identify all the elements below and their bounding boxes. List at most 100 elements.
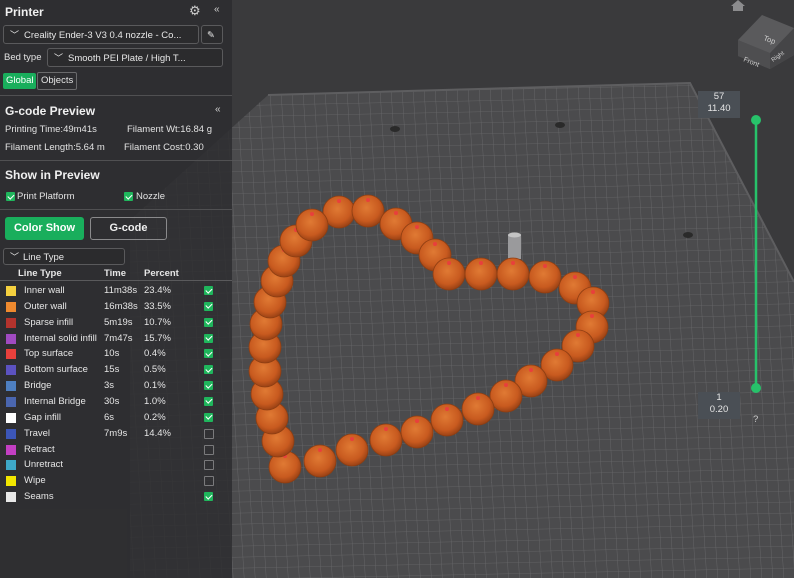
collapse-panel-icon[interactable]: « [214,4,220,15]
bottom-layer-height: 0.20 [709,404,729,415]
left-panel: Printer ⚙ « ﹀ Creality Ender-3 V3 0.4 noz… [0,0,232,578]
bottom-layer-number: 1 [716,392,722,403]
line-type-name: Inner wall [24,285,65,296]
slider-help-icon[interactable]: ? [753,414,758,425]
seam-mark [350,437,354,441]
printer-select-value: Creality Ender-3 V3 0.4 nozzle - Co... [24,30,182,41]
line-type-name: Unretract [24,459,64,471]
chevron-down-icon: ﹀ [54,53,64,63]
line-type-visibility-checkbox[interactable] [204,412,213,422]
tab-global[interactable]: Global [3,73,37,89]
line-type-percent: 0.1% [144,380,166,392]
line-type-visibility-checkbox[interactable] [204,349,213,359]
color-swatch [6,492,16,503]
line-type-name: Wipe [24,475,46,487]
color-swatch [6,286,16,296]
table-row: Bridge 3s 0.1% [0,378,232,393]
color-swatch [6,412,16,423]
line-type-percent: 0.2% [144,411,166,423]
nozzle-label: Nozzle [136,191,166,202]
color-swatch [6,301,16,312]
line-type-select-value: Line Type [23,252,65,263]
top-layer-number: 57 [713,91,725,102]
line-type-percent: 1.0% [144,395,166,407]
table-header-divider [0,280,232,281]
printing-time: Printing Time:49m41s [5,124,97,135]
header-line-type: Line Type [18,268,62,279]
layer-slider-top-handle[interactable] [751,115,761,125]
seam-mark [445,407,449,411]
line-type-name: Internal Bridge [24,395,86,407]
line-type-visibility-checkbox[interactable] [204,381,213,391]
line-type-visibility-checkbox[interactable] [204,460,214,471]
seam-mark [576,333,580,337]
line-type-visibility-checkbox[interactable] [204,428,214,439]
line-type-visibility-checkbox[interactable] [204,396,213,406]
line-type-visibility-checkbox[interactable] [204,333,213,343]
line-type-visibility-checkbox[interactable] [204,476,214,487]
line-type-visibility-checkbox[interactable] [204,492,213,502]
bed-type-label: Bed type [4,52,42,63]
table-row: Unretract [0,457,232,472]
color-swatch [6,317,16,328]
color-swatch [6,365,16,376]
table-row: Seams [0,489,232,504]
seam-mark [384,427,388,431]
line-type-visibility-checkbox[interactable] [204,301,213,311]
printer-section-title: Printer [5,5,44,19]
line-type-name: Internal solid infill [24,332,97,344]
bed-type-select[interactable]: ﹀ Smooth PEI Plate / High T... [47,48,223,67]
line-type-name: Outer wall [24,300,67,312]
top-layer-label: 57 11.40 [698,91,740,118]
printer-select[interactable]: ﹀ Creality Ender-3 V3 0.4 nozzle - Co... [3,25,199,44]
divider [0,160,232,161]
color-show-button[interactable]: Color Show [5,217,84,240]
divider [0,95,232,96]
nozzle-checkbox[interactable] [124,192,133,201]
seam-mark [447,261,451,265]
color-swatch [6,476,16,487]
line-type-time: 11m38s [104,285,138,296]
seam-mark [504,383,508,387]
line-type-visibility-checkbox[interactable] [204,444,214,455]
layer-slider-bottom-handle[interactable] [751,383,761,393]
line-type-name: Gap infill [24,411,61,423]
print-platform-checkbox[interactable] [6,192,15,201]
divider [0,209,232,210]
line-type-select[interactable]: ﹀ Line Type [3,248,125,265]
line-type-visibility-checkbox[interactable] [204,286,213,295]
table-row: Internal solid infill 7m47s 15.7% [0,331,232,346]
line-type-name: Sparse infill [24,316,74,328]
edit-printer-button[interactable]: ✎ [201,25,223,44]
printer-settings-gear-icon[interactable]: ⚙ [189,3,201,19]
table-row: Sparse infill 5m19s 10.7% [0,315,232,330]
table-row: Internal Bridge 30s 1.0% [0,394,232,409]
line-type-time: 10s [104,348,120,360]
bed-type-value: Smooth PEI Plate / High T... [68,53,186,64]
collapse-preview-icon[interactable]: « [215,104,221,115]
line-type-time: 7m9s [104,427,128,439]
line-type-percent: 0.4% [144,348,166,360]
table-row: Bottom surface 15s 0.5% [0,362,232,377]
gcode-preview-title: G-code Preview [5,104,96,118]
pencil-icon: ✎ [207,30,215,41]
line-type-visibility-checkbox[interactable] [204,365,213,375]
seam-mark [529,368,533,372]
filament-length: Filament Length:5.64 m [5,142,105,153]
seam-mark [318,448,322,452]
tab-objects[interactable]: Objects [37,72,78,90]
table-row: Wipe [0,473,232,488]
line-type-visibility-checkbox[interactable] [204,317,213,327]
chevron-down-icon: ﹀ [10,252,20,262]
color-swatch [6,349,16,360]
seam-mark [415,419,419,423]
seam-mark [476,396,480,400]
line-type-name: Bridge [24,380,52,392]
seam-mark [433,242,437,246]
seam-mark [310,212,314,216]
line-type-name: Travel [24,427,51,439]
gcode-button[interactable]: G-code [90,217,167,240]
color-swatch [6,428,16,439]
table-row: Top surface 10s 0.4% [0,346,232,361]
show-in-preview-title: Show in Preview [5,168,100,182]
